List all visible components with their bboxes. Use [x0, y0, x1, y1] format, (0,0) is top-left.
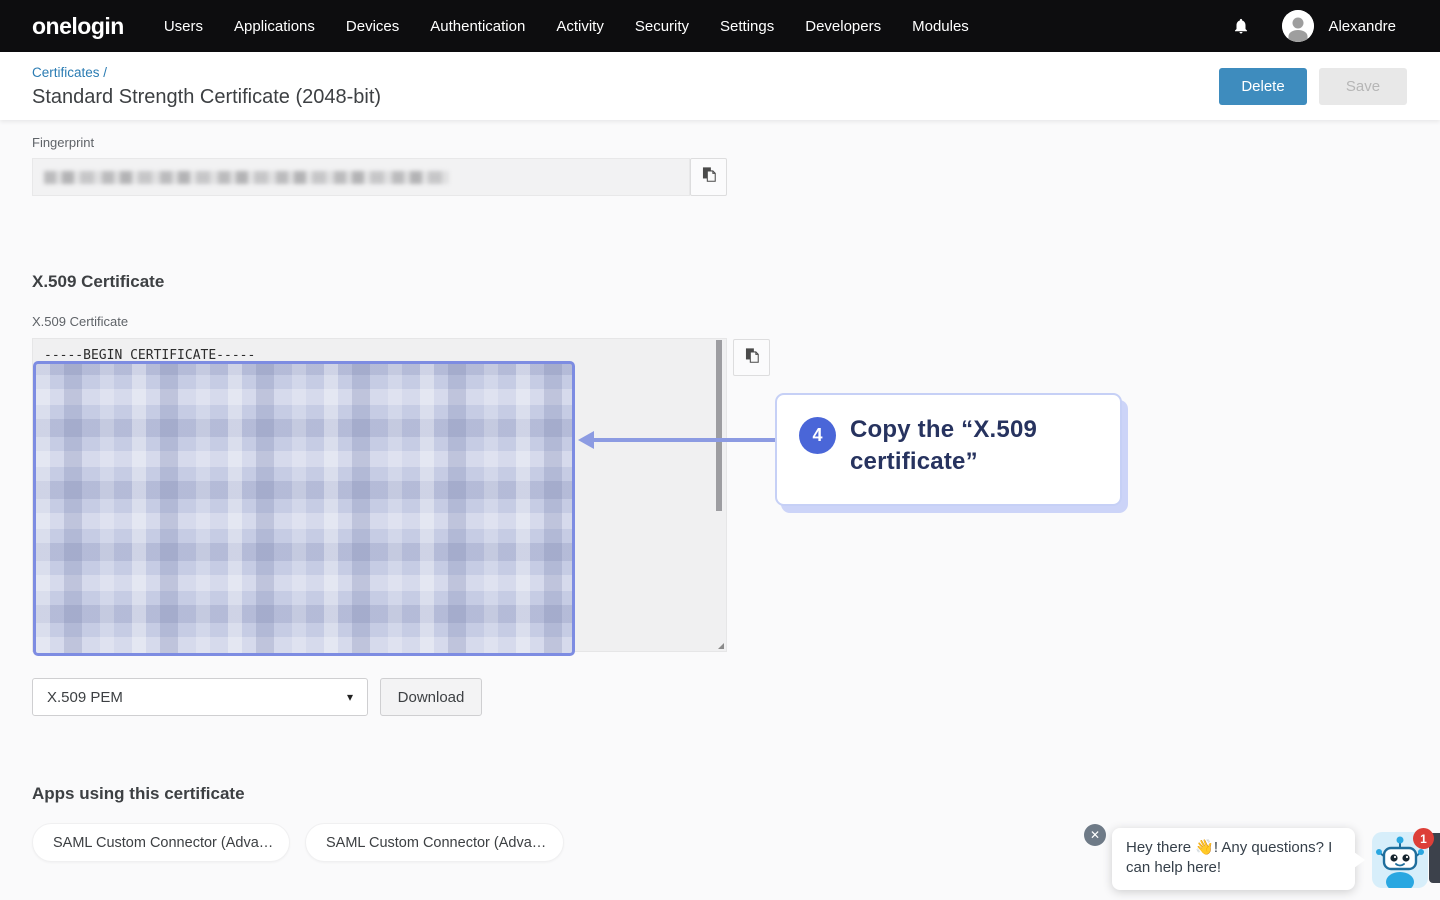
annotation-text: Copy the “X.509 certificate” [850, 414, 1100, 478]
nav-item-authentication[interactable]: Authentication [430, 18, 525, 35]
nav-item-users[interactable]: Users [164, 18, 203, 35]
breadcrumb[interactable]: Certificates / [32, 65, 107, 80]
save-button[interactable]: Save [1319, 68, 1407, 105]
nav-item-applications[interactable]: Applications [234, 18, 315, 35]
chat-message-bubble[interactable]: Hey there 👋! Any questions? I can help h… [1112, 828, 1355, 890]
copy-icon [699, 165, 718, 189]
delete-button[interactable]: Delete [1219, 68, 1307, 105]
navbar-right: Alexandre [1232, 10, 1440, 42]
fingerprint-redacted-value [44, 171, 449, 184]
onelogin-logo[interactable]: onelogin [32, 13, 124, 40]
apps-section-title: Apps using this certificate [32, 784, 245, 804]
annotation-callout: 4 Copy the “X.509 certificate” [775, 393, 1122, 506]
nav-item-settings[interactable]: Settings [720, 18, 774, 35]
page-header: Certificates / Standard Strength Certifi… [0, 52, 1440, 120]
chat-unread-badge: 1 [1413, 828, 1434, 849]
chat-close-icon[interactable]: ✕ [1084, 824, 1106, 846]
top-navbar: onelogin Users Applications Devices Auth… [0, 0, 1440, 52]
certificate-format-select[interactable]: X.509 PEM ▾ [32, 678, 368, 716]
nav-item-modules[interactable]: Modules [912, 18, 969, 35]
fingerprint-field[interactable] [32, 158, 690, 196]
main-nav: Users Applications Devices Authenticatio… [164, 18, 969, 35]
step-number-badge: 4 [799, 417, 836, 454]
nav-item-developers[interactable]: Developers [805, 18, 881, 35]
certificate-copy-button[interactable] [733, 339, 770, 376]
nav-item-activity[interactable]: Activity [556, 18, 604, 35]
annotation-arrow [592, 438, 776, 442]
nav-item-security[interactable]: Security [635, 18, 689, 35]
certificate-section-title: X.509 Certificate [32, 272, 164, 292]
textarea-resize-handle[interactable] [718, 643, 724, 649]
certificate-selection-highlight [33, 361, 575, 656]
chevron-down-icon: ▾ [347, 690, 353, 704]
copy-icon [742, 346, 761, 370]
user-avatar[interactable] [1282, 10, 1314, 42]
annotation-arrowhead-icon [578, 431, 594, 449]
notifications-bell-icon[interactable] [1232, 16, 1250, 36]
page-title: Standard Strength Certificate (2048-bit) [32, 86, 381, 109]
user-name[interactable]: Alexandre [1328, 18, 1396, 35]
fingerprint-label: Fingerprint [32, 135, 94, 150]
certificate-field-label: X.509 Certificate [32, 314, 128, 329]
chat-message-text: Hey there 👋! Any questions? I can help h… [1126, 839, 1332, 876]
app-pill[interactable]: SAML Custom Connector (Adva… [32, 823, 290, 862]
download-button[interactable]: Download [380, 678, 482, 716]
format-selected-value: X.509 PEM [47, 689, 123, 706]
nav-item-devices[interactable]: Devices [346, 18, 399, 35]
chat-bubble-tail [1354, 852, 1365, 868]
page: onelogin Users Applications Devices Auth… [0, 0, 1440, 900]
certificate-scrollbar[interactable] [716, 340, 722, 511]
app-pill[interactable]: SAML Custom Connector (Adva… [305, 823, 564, 862]
fingerprint-copy-button[interactable] [690, 158, 727, 196]
